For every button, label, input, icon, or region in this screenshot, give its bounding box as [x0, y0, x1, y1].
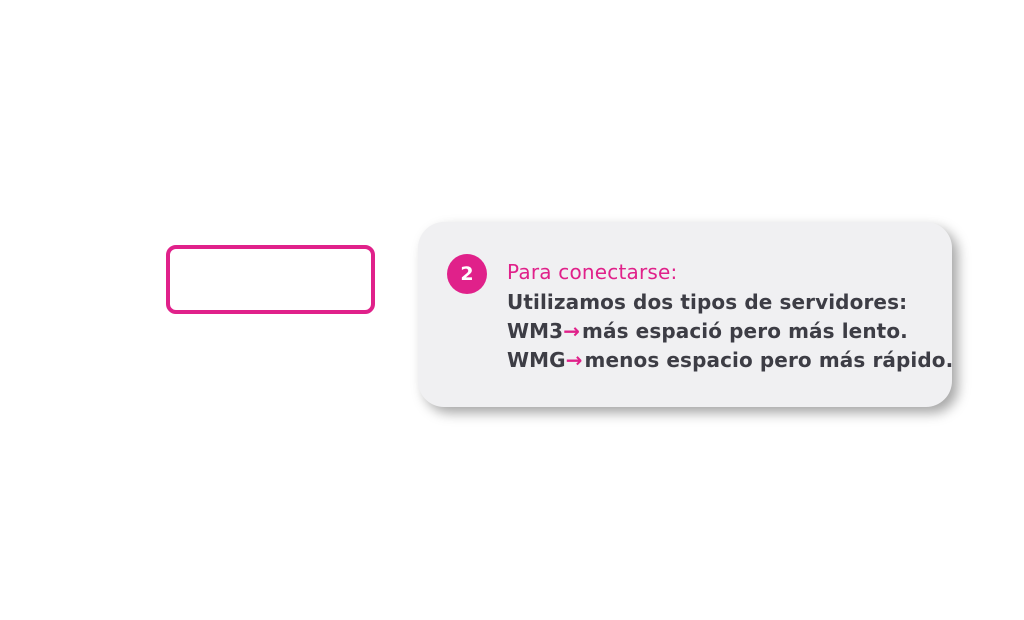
highlight-box	[166, 245, 375, 314]
arrow-right-icon: →	[563, 319, 581, 343]
server-name: WM3	[507, 319, 564, 343]
callout-title: Para conectarse:	[507, 260, 678, 284]
callout-intro: Utilizamos dos tipos de servidores:	[507, 290, 908, 314]
step-number-badge: 2	[447, 254, 487, 294]
server-item-wm3: WM3→ más espació pero más lento.	[507, 317, 942, 346]
server-name: WMG	[507, 348, 566, 372]
server-item-wmg: WMG→ menos espacio pero más rápido.	[507, 346, 953, 375]
arrow-right-icon: →	[565, 348, 583, 372]
callout-card: 2 Para conectarse: Utilizamos dos tipos …	[418, 222, 953, 407]
callout-text: Para conectarse: Utilizamos dos tipos de…	[507, 258, 953, 375]
server-description: más espació pero más lento.	[582, 319, 908, 343]
server-description: menos espacio pero más rápido.	[584, 348, 954, 372]
